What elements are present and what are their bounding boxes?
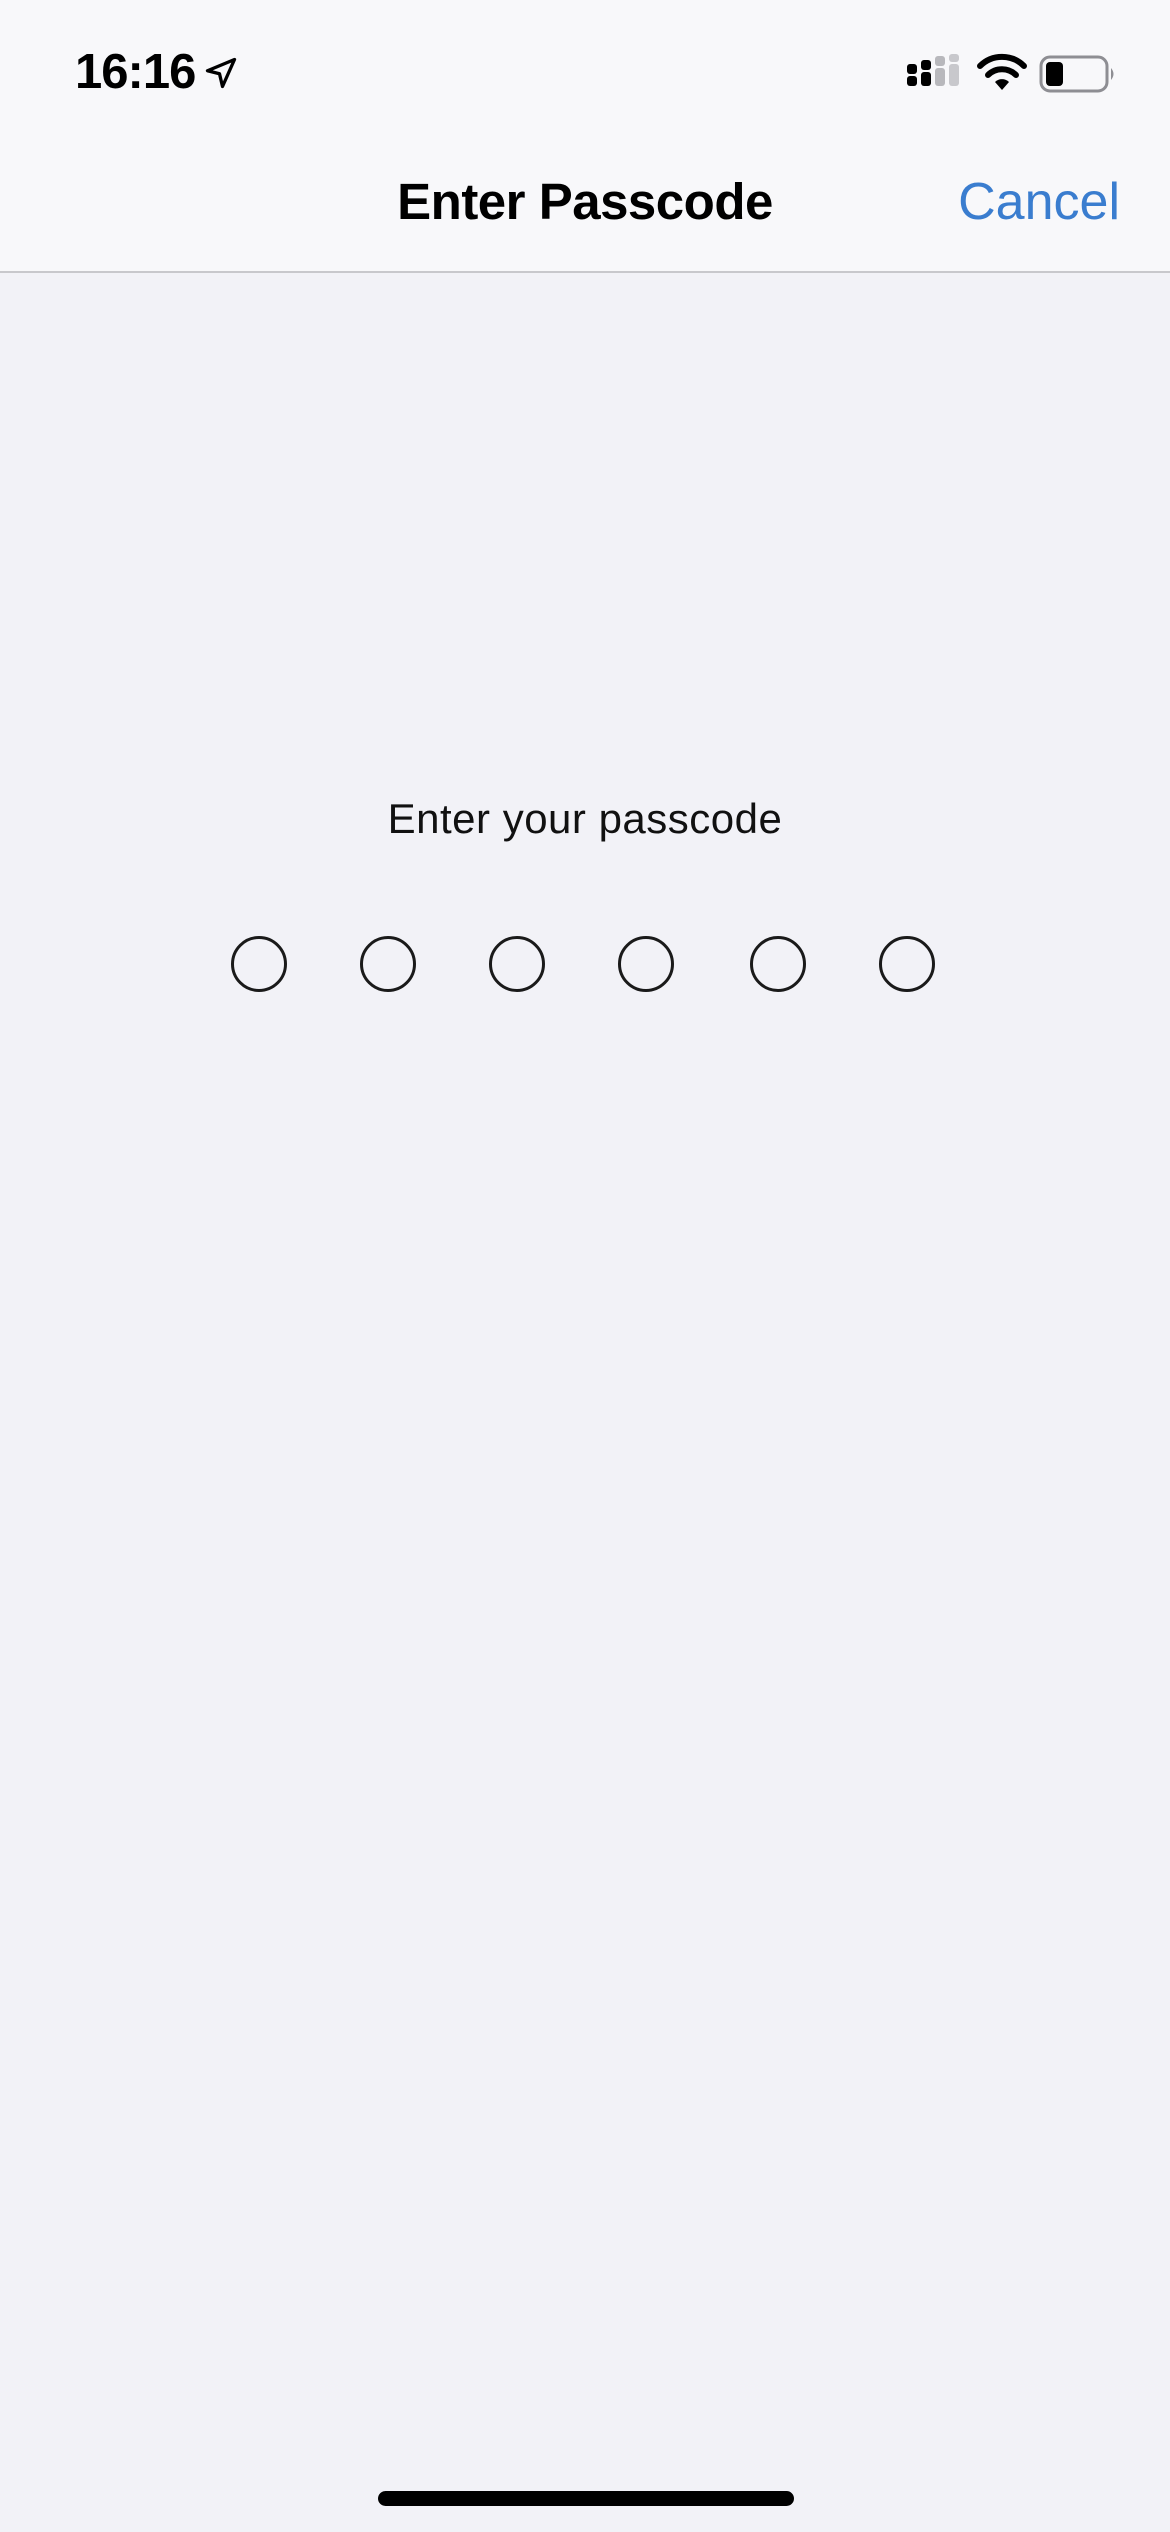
top-bar: 16:16 Enter Passcode Cancel: [0, 0, 1170, 273]
passcode-prompt: Enter your passcode: [387, 795, 783, 842]
cellular-signal-icon: [907, 54, 959, 86]
passcode-dot: [231, 936, 287, 992]
status-time: 16:16: [75, 45, 196, 99]
wifi-icon: [977, 53, 1027, 90]
passcode-screen: 16:16 Enter Passcode Cancel Enter your p…: [0, 0, 1170, 2532]
passcode-dot: [360, 936, 416, 992]
cancel-button[interactable]: Cancel: [958, 172, 1120, 232]
location-arrow-icon: [205, 57, 237, 89]
passcode-dot: [489, 936, 545, 992]
battery-icon: [1039, 55, 1114, 93]
passcode-dot: [618, 936, 674, 992]
passcode-dots: [0, 936, 1170, 992]
passcode-dot: [879, 936, 935, 992]
home-indicator[interactable]: [378, 2491, 794, 2506]
passcode-dot: [750, 936, 806, 992]
